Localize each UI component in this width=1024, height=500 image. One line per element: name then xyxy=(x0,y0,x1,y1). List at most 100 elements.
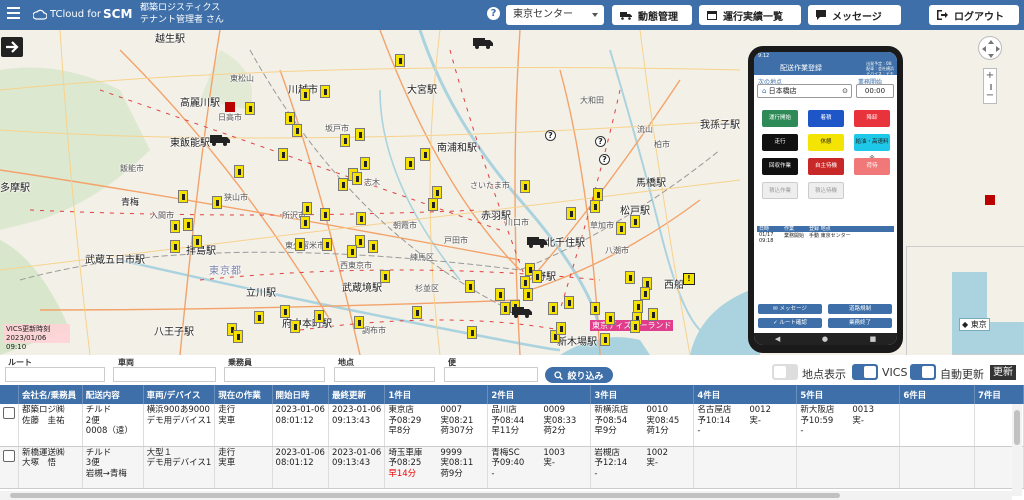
delivery-point-marker-icon[interactable] xyxy=(290,320,300,333)
phone-action-button[interactable]: 自主待機 xyxy=(808,158,844,175)
delivery-point-marker-icon[interactable] xyxy=(412,306,422,319)
trip-filter-input[interactable] xyxy=(444,367,538,382)
logout-button[interactable]: ログアウト xyxy=(929,5,1019,25)
delivery-point-marker-icon[interactable] xyxy=(593,188,603,201)
map-zoom-control[interactable]: + − xyxy=(983,68,997,104)
delivery-point-marker-icon[interactable] xyxy=(360,157,370,170)
delivery-point-marker-icon[interactable] xyxy=(338,178,348,191)
delivery-point-marker-icon[interactable] xyxy=(640,287,650,300)
delivery-point-marker-icon[interactable] xyxy=(564,296,574,309)
phone-route-button[interactable]: ✓ ルート確認 xyxy=(758,318,822,328)
delivery-point-marker-icon[interactable] xyxy=(320,85,330,98)
delivery-point-marker-icon[interactable] xyxy=(532,270,542,283)
table-row[interactable]: 都築ロジ㈱ 佐藤 圭祐 チルド 2便 0008（遠） 横浜900あ9000 デモ用デバイス1… xyxy=(0,404,1024,447)
back-icon[interactable]: ◀ xyxy=(775,335,780,343)
delivery-point-marker-icon[interactable] xyxy=(354,316,364,329)
row-checkbox[interactable] xyxy=(3,407,15,419)
delivery-point-marker-icon[interactable] xyxy=(300,88,310,101)
delivery-point-marker-icon[interactable] xyxy=(523,288,533,301)
delivery-point-marker-icon[interactable] xyxy=(233,330,243,343)
phone-action-button[interactable]: 運行開始 xyxy=(762,110,798,127)
hamburger-menu-icon[interactable] xyxy=(7,7,20,19)
vehicle-filter-input[interactable] xyxy=(113,367,216,382)
message-button[interactable]: メッセージ xyxy=(808,5,901,25)
phone-action-button[interactable]: 積込待機 xyxy=(808,182,844,199)
delivery-point-marker-icon[interactable] xyxy=(356,212,366,225)
delivery-point-marker-icon[interactable] xyxy=(428,198,438,211)
unknown-point-icon[interactable]: ? xyxy=(545,130,556,141)
home-circle-icon[interactable]: ● xyxy=(822,335,828,343)
delivery-point-marker-icon[interactable] xyxy=(465,280,475,293)
delivery-point-marker-icon[interactable] xyxy=(170,240,180,253)
delivery-point-marker-icon[interactable] xyxy=(548,302,558,315)
delivery-point-marker-icon[interactable] xyxy=(467,326,477,339)
toggle-point-display[interactable] xyxy=(772,364,798,380)
delivery-point-marker-icon[interactable] xyxy=(302,202,312,215)
delivery-point-marker-icon[interactable] xyxy=(590,200,600,213)
toggle-auto-refresh[interactable] xyxy=(910,364,936,380)
toggle-vics[interactable] xyxy=(852,364,878,380)
truck-marker-icon[interactable] xyxy=(512,307,532,318)
delivery-point-marker-icon[interactable] xyxy=(520,180,530,193)
phone-action-button[interactable]: 給油・高速料金 xyxy=(854,134,890,162)
phone-action-button[interactable]: 回収作業 xyxy=(762,158,798,175)
delivery-point-marker-icon[interactable] xyxy=(183,218,193,231)
zoom-out-icon[interactable]: − xyxy=(984,89,996,103)
route-filter-input[interactable] xyxy=(5,367,105,382)
truck-marker-icon[interactable] xyxy=(473,38,493,49)
delivery-point-marker-icon[interactable] xyxy=(170,220,180,233)
overview-map[interactable]: ◆ 東京 xyxy=(906,246,1024,355)
next-point-field[interactable]: ⌂ 日本橋店 ⊙ xyxy=(757,84,852,98)
zoom-in-icon[interactable]: + xyxy=(984,69,996,83)
dispatch-button[interactable]: 動態管理 xyxy=(612,5,692,25)
col-header[interactable]: 開始日時 xyxy=(272,385,329,404)
delivery-point-marker-icon[interactable] xyxy=(395,54,405,67)
delivery-point-marker-icon[interactable] xyxy=(630,320,640,333)
delivery-point-marker-icon[interactable] xyxy=(300,216,310,229)
delivery-point-marker-icon[interactable] xyxy=(420,148,430,161)
delivery-point-marker-icon[interactable] xyxy=(178,190,188,203)
expand-panel-button[interactable] xyxy=(1,37,23,57)
unknown-point-icon[interactable]: ? xyxy=(595,136,606,147)
delivery-point-marker-icon[interactable] xyxy=(566,207,576,220)
delivery-point-marker-icon[interactable] xyxy=(368,240,378,253)
truck-marker-icon[interactable] xyxy=(527,237,547,248)
phone-action-button[interactable]: 降卸 xyxy=(854,110,890,127)
row-checkbox[interactable] xyxy=(3,449,15,462)
delivery-point-marker-icon[interactable] xyxy=(295,238,305,251)
phone-action-button[interactable]: 着積 xyxy=(808,110,844,127)
delivery-point-marker-icon[interactable] xyxy=(616,222,626,235)
delivery-point-marker-icon[interactable] xyxy=(405,157,415,170)
delivery-point-marker-icon[interactable] xyxy=(292,124,302,137)
phone-end-work-button[interactable]: 業務終了 xyxy=(828,318,892,328)
delivery-point-marker-icon[interactable] xyxy=(590,302,600,315)
warning-marker-icon[interactable]: ! xyxy=(683,273,695,285)
phone-action-button[interactable]: 休憩 xyxy=(808,134,844,151)
col-header[interactable]: 現在の作業 xyxy=(214,385,273,404)
refresh-button[interactable]: 更新 xyxy=(990,365,1016,380)
phone-action-button[interactable]: 荷待 xyxy=(854,158,890,175)
delivery-point-marker-icon[interactable] xyxy=(556,322,566,335)
delivery-point-marker-icon[interactable] xyxy=(500,302,510,315)
scroll-thumb[interactable] xyxy=(1014,410,1020,445)
phone-action-button[interactable]: 走行 xyxy=(762,134,798,151)
phone-message-button[interactable]: ✉ メッセージ xyxy=(758,304,822,314)
delivery-point-marker-icon[interactable] xyxy=(280,305,290,318)
delivery-point-marker-icon[interactable] xyxy=(322,238,332,251)
help-icon[interactable]: ? xyxy=(487,7,500,20)
delivery-point-marker-icon[interactable] xyxy=(212,196,222,209)
scroll-thumb[interactable] xyxy=(10,493,840,498)
time-field[interactable]: 00:00 xyxy=(856,84,894,98)
delivery-point-marker-icon[interactable] xyxy=(320,208,330,221)
alert-marker-icon[interactable] xyxy=(225,102,235,112)
delivery-point-marker-icon[interactable] xyxy=(352,172,362,185)
driver-filter-input[interactable] xyxy=(224,367,325,382)
delivery-point-marker-icon[interactable] xyxy=(630,215,640,228)
delivery-point-marker-icon[interactable] xyxy=(254,311,264,324)
results-button[interactable]: 運行実績一覧 xyxy=(699,5,801,25)
delivery-point-marker-icon[interactable] xyxy=(245,102,255,115)
delivery-point-marker-icon[interactable] xyxy=(625,271,635,284)
unknown-point-icon[interactable]: ? xyxy=(599,154,610,165)
horizontal-scrollbar[interactable] xyxy=(0,491,1012,500)
recent-apps-icon[interactable]: ■ xyxy=(870,335,877,343)
